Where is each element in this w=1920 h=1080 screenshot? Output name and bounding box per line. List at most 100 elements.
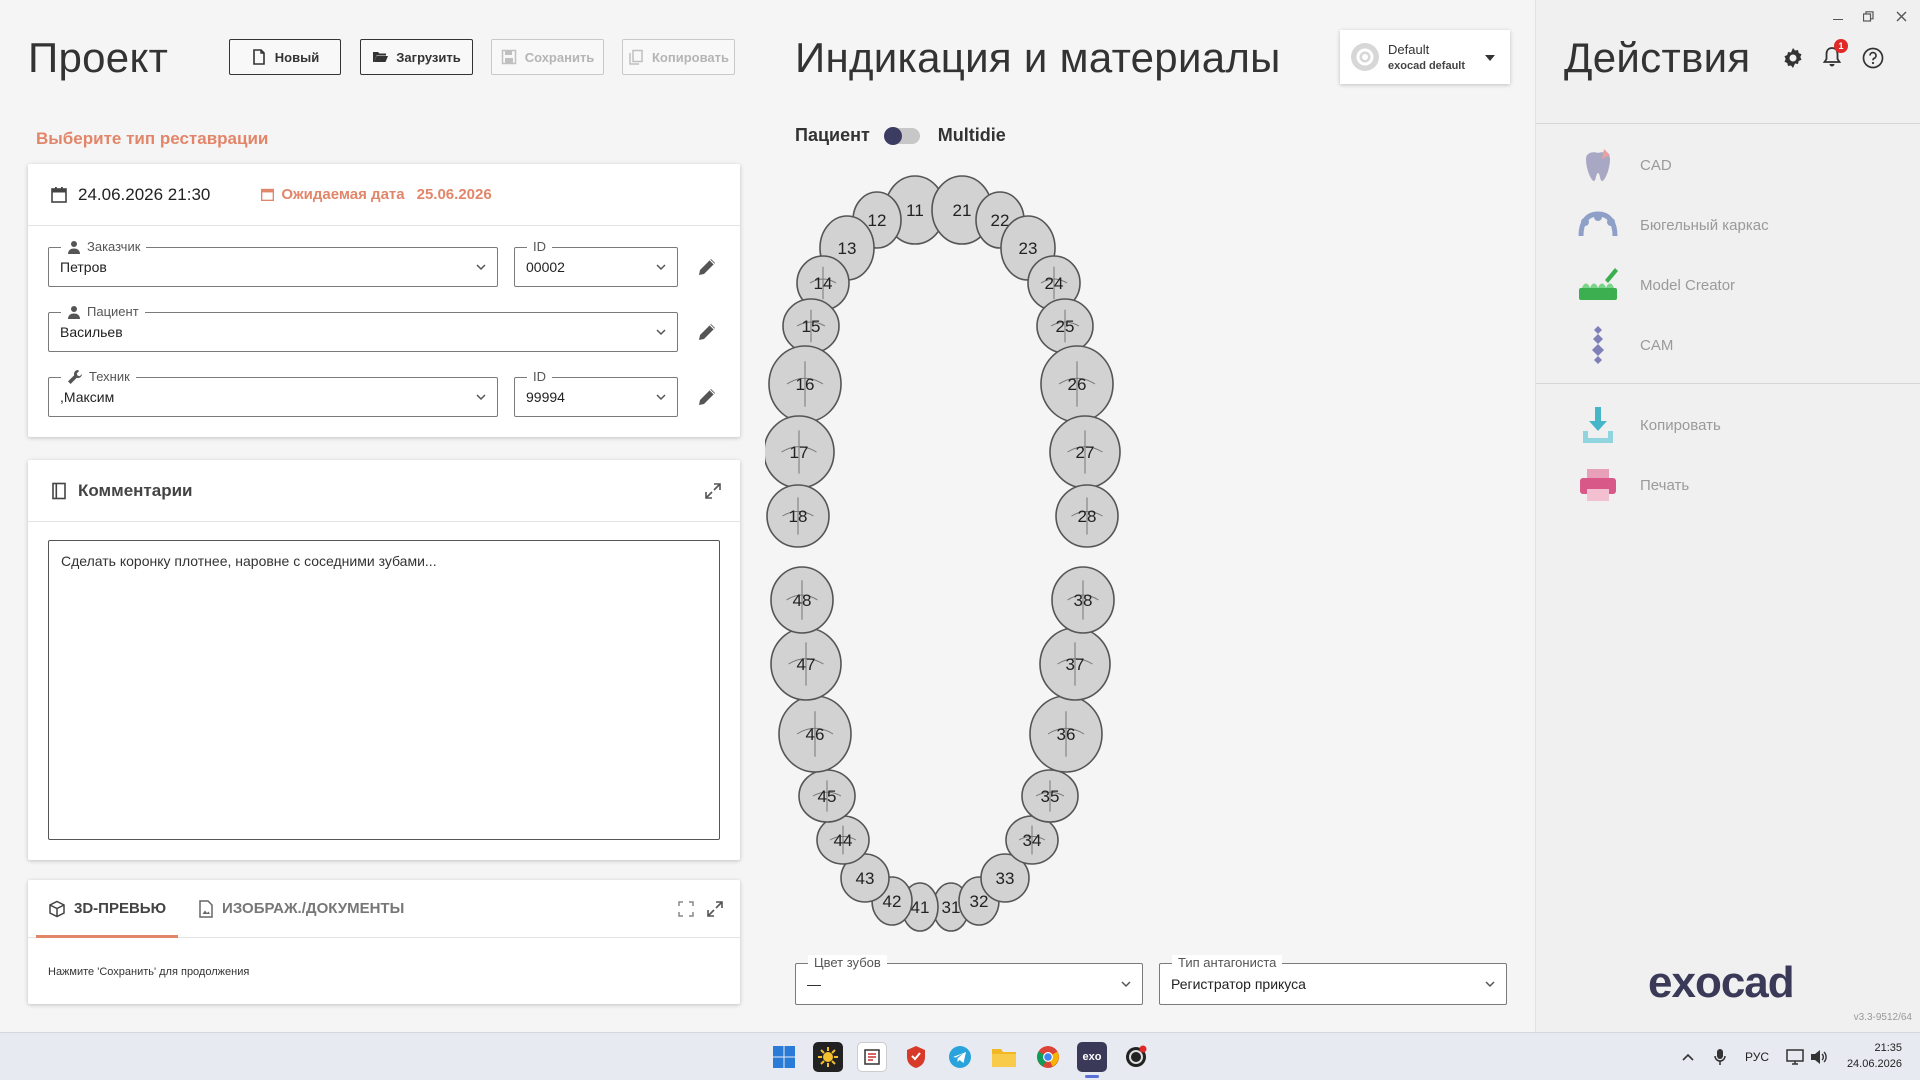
expand-preview-icon[interactable]	[706, 900, 724, 918]
action-copy[interactable]: Копировать	[1576, 400, 1721, 450]
tooth-46[interactable]: 46	[778, 695, 852, 773]
tab-3d-preview[interactable]: 3D-ПРЕВЬЮ	[28, 880, 179, 938]
tooth-44[interactable]: 44	[816, 815, 870, 865]
tooth-47[interactable]: 47	[770, 627, 842, 701]
tooth-number: 41	[911, 898, 930, 917]
calendar-due-icon	[261, 188, 275, 201]
tooth-36[interactable]: 36	[1029, 695, 1103, 773]
app-circle-icon[interactable]	[1121, 1042, 1151, 1072]
tooth-28[interactable]: 28	[1055, 484, 1119, 548]
telegram-icon[interactable]	[945, 1042, 975, 1072]
tooth-37[interactable]: 37	[1039, 627, 1111, 701]
gear-icon[interactable]	[1781, 46, 1805, 70]
copy-button[interactable]: Копировать	[622, 39, 735, 75]
tooth-number: 46	[806, 725, 825, 744]
tooth-48[interactable]: 48	[770, 566, 834, 634]
comments-header: Комментарии	[28, 460, 740, 522]
edit-customer-pencil-icon[interactable]	[696, 256, 718, 278]
technician-select[interactable]: Техник ,Максим	[48, 369, 498, 417]
windows-start-icon[interactable]	[769, 1042, 799, 1072]
actions-mid-divider	[1536, 383, 1920, 384]
tooth-16[interactable]: 16	[768, 345, 842, 423]
action-copy-label: Копировать	[1640, 416, 1721, 434]
tooth-15[interactable]: 15	[782, 298, 840, 354]
patient-multidie-toggle[interactable]	[883, 126, 920, 145]
due-date[interactable]: Ожидаемая дата 25.06.2026	[260, 186, 492, 203]
caret-down-icon	[1485, 55, 1495, 61]
action-cad[interactable]: CAD	[1576, 140, 1672, 190]
patient-person-icon	[68, 306, 80, 319]
tooth-number: 32	[970, 892, 989, 911]
taskbar: exo РУС 21:35 24.06.2026	[0, 1032, 1920, 1080]
action-model-creator[interactable]: Model Creator	[1576, 260, 1735, 310]
save-button[interactable]: Сохранить	[491, 39, 604, 75]
project-title: Проект	[28, 34, 169, 81]
clock[interactable]: 21:35 24.06.2026	[1840, 1040, 1902, 1072]
action-cam[interactable]: CAM	[1576, 320, 1673, 370]
chrome-icon[interactable]	[1033, 1042, 1063, 1072]
sun-app-icon[interactable]	[813, 1042, 843, 1072]
tooth-number: 15	[802, 317, 821, 336]
tooth-26[interactable]: 26	[1040, 345, 1114, 423]
window-close-icon[interactable]	[1896, 11, 1907, 22]
profile-select[interactable]: Default exocad default	[1340, 30, 1510, 84]
clock-time: 21:35	[1874, 1042, 1902, 1054]
chevron-down-icon	[656, 329, 666, 336]
tab-images-documents[interactable]: ИЗОБРАЖ./ДОКУМЕНТЫ	[178, 880, 416, 938]
language-indicator[interactable]: РУС	[1745, 1050, 1769, 1064]
technician-id-value: 99994	[526, 389, 565, 405]
action-framework-label: Бюгельный каркас	[1640, 216, 1769, 234]
comments-textarea[interactable]: Сделать коронку плотнее, наровне с сосед…	[48, 540, 720, 840]
tooth-25[interactable]: 25	[1036, 298, 1094, 354]
customer-select[interactable]: Заказчик Петров	[48, 239, 498, 287]
volume-icon[interactable]	[1810, 1049, 1828, 1065]
microphone-icon[interactable]	[1713, 1048, 1727, 1066]
indication-title: Индикация и материалы	[795, 34, 1281, 81]
tooth-17[interactable]: 17	[765, 415, 835, 489]
customer-id-select[interactable]: ID 00002	[514, 239, 678, 287]
tooth-18[interactable]: 18	[766, 484, 830, 548]
antagonist-value: Регистратор прикуса	[1171, 976, 1306, 992]
tooth-34[interactable]: 34	[1005, 815, 1059, 865]
document-image-icon	[199, 899, 213, 918]
technician-id-select[interactable]: ID 99994	[514, 369, 678, 417]
tooth-45[interactable]: 45	[798, 769, 856, 823]
edit-technician-pencil-icon[interactable]	[696, 386, 718, 408]
profile-name: Default	[1388, 42, 1430, 57]
exocad-taskbar-icon[interactable]: exo	[1077, 1042, 1107, 1072]
shield-app-icon[interactable]	[901, 1042, 931, 1072]
tooth-35[interactable]: 35	[1021, 769, 1079, 823]
notifications-button[interactable]: 1	[1821, 39, 1848, 70]
patient-select[interactable]: Пациент Васильев	[48, 304, 678, 352]
actions-title: Действия	[1564, 34, 1751, 81]
tooth-color-select[interactable]: Цвет зубов —	[795, 955, 1143, 1005]
tooth-number: 13	[838, 239, 857, 258]
action-framework[interactable]: Бюгельный каркас	[1576, 200, 1769, 250]
tooth-number: 27	[1076, 443, 1095, 462]
fullscreen-icon[interactable]	[678, 901, 694, 917]
tooth-27[interactable]: 27	[1049, 415, 1121, 489]
network-icon[interactable]	[1786, 1049, 1804, 1065]
new-button[interactable]: Новый	[229, 39, 341, 75]
action-cad-label: CAD	[1640, 156, 1672, 174]
help-icon[interactable]	[1862, 47, 1884, 69]
antagonist-select[interactable]: Тип антагониста Регистратор прикуса	[1159, 955, 1507, 1005]
expand-icon[interactable]	[704, 482, 722, 500]
preview-tabs: 3D-ПРЕВЬЮ ИЗОБРАЖ./ДОКУМЕНТЫ	[28, 880, 740, 938]
window-restore-icon[interactable]	[1863, 11, 1874, 22]
tooth-number: 14	[814, 274, 833, 293]
notification-badge: 1	[1834, 39, 1848, 53]
window-minimize-icon[interactable]	[1833, 10, 1843, 20]
chevron-down-icon	[476, 394, 486, 401]
restoration-type-link[interactable]: Выберите тип реставрации	[36, 129, 268, 149]
load-button[interactable]: Загрузить	[360, 39, 473, 75]
preview-card: 3D-ПРЕВЬЮ ИЗОБРАЖ./ДОКУМЕНТЫ Нажмите 'Со…	[28, 880, 740, 1004]
file-explorer-icon[interactable]	[989, 1042, 1019, 1072]
notes-app-icon[interactable]	[857, 1042, 887, 1072]
action-print[interactable]: Печать	[1576, 460, 1689, 510]
chevron-up-icon[interactable]	[1681, 1050, 1695, 1064]
technician-label: Техник	[61, 369, 136, 385]
new-button-label: Новый	[274, 49, 320, 65]
edit-patient-pencil-icon[interactable]	[696, 321, 718, 343]
tooth-38[interactable]: 38	[1051, 566, 1115, 634]
